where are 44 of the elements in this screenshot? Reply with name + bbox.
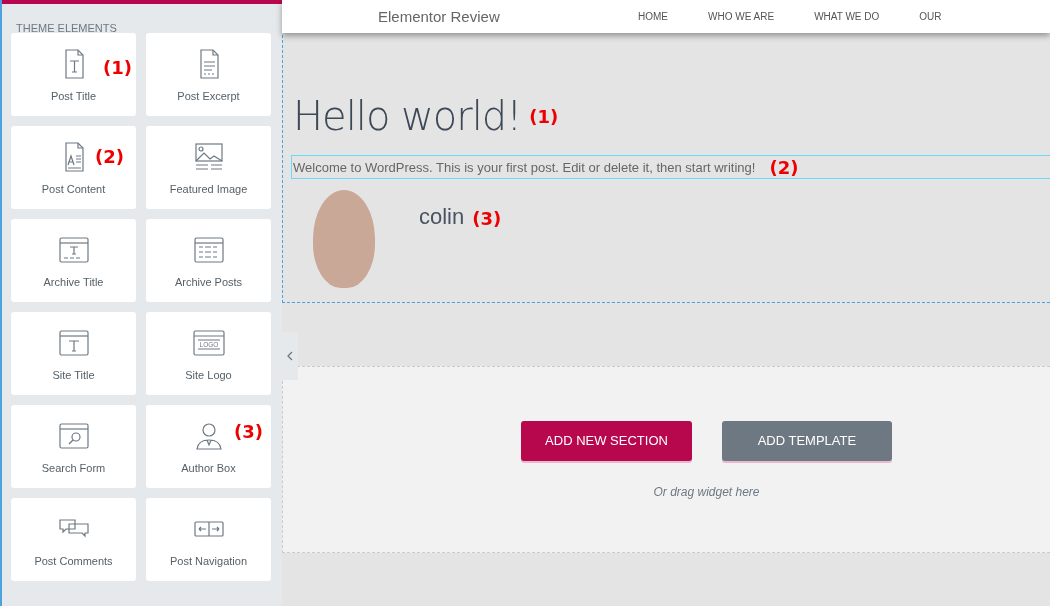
annotation-number: (3)	[472, 208, 502, 229]
widget-label: Post Navigation	[169, 555, 247, 567]
widget-label: Site Title	[52, 369, 95, 381]
widget-label: Post Title	[50, 90, 97, 102]
widget-label: Post Excerpt	[177, 90, 240, 102]
widget-card[interactable]: Post Excerpt	[146, 33, 271, 116]
widget-label: Post Content	[41, 183, 106, 195]
add-button[interactable]: ADD TEMPLATE	[721, 420, 892, 461]
widget-card[interactable]: Search Form	[11, 405, 136, 488]
widget-card[interactable]: Post Content (2)	[11, 126, 136, 209]
author-name: colin	[419, 204, 465, 230]
annotation-number: (2)	[95, 146, 124, 167]
widget-card[interactable]: Archive Title	[11, 219, 136, 302]
widget-card[interactable]: Featured Image	[146, 126, 271, 209]
widget-card[interactable]: Post Navigation	[146, 498, 271, 581]
nav-link[interactable]: WHAT WE DO	[814, 11, 880, 22]
annotation-number: (1)	[529, 105, 559, 127]
widget-label: Author Box	[181, 462, 236, 474]
nav-link[interactable]: WHO WE ARE	[708, 11, 775, 22]
widget-card[interactable]: Author Box (3)	[146, 405, 271, 488]
drag-hint: Or drag widget here	[653, 484, 760, 499]
post-content: Welcome to WordPress. This is your first post. Edit or delete it, then start writing!	[293, 159, 756, 175]
site-name[interactable]: Elementor Review	[378, 8, 638, 25]
nav-link[interactable]: HOME	[638, 11, 668, 22]
section-title: THEME ELEMENTS	[15, 21, 118, 33]
widget-label: Archive Title	[43, 276, 104, 288]
widget-label: Search Form	[41, 462, 106, 474]
annotation-number: (3)	[234, 421, 263, 442]
widget-card[interactable]: Post Comments	[11, 498, 136, 581]
annotation-number: (1)	[103, 57, 132, 78]
annotation-number: (2)	[769, 156, 799, 178]
widget-card[interactable]: Archive Posts	[146, 219, 271, 302]
add-button[interactable]: ADD NEW SECTION	[521, 420, 692, 461]
post-title: Hello world!	[293, 93, 522, 139]
widget-label: Archive Posts	[174, 276, 243, 288]
widget-card[interactable]: Site Title	[11, 312, 136, 395]
widget-label: Site Logo	[185, 369, 232, 381]
nav-link[interactable]: OUR	[919, 11, 942, 22]
chevron-left-icon	[286, 351, 294, 361]
widget-card[interactable]: Post Title (1)	[11, 33, 136, 116]
widget-label: Post Comments	[34, 555, 113, 567]
collapse-panel-tab[interactable]	[282, 332, 298, 380]
widget-label: Featured Image	[169, 183, 248, 195]
content-widget[interactable]: Welcome to WordPress. This is your first post. Edit or delete it, then start writing! (2)	[291, 155, 1050, 179]
